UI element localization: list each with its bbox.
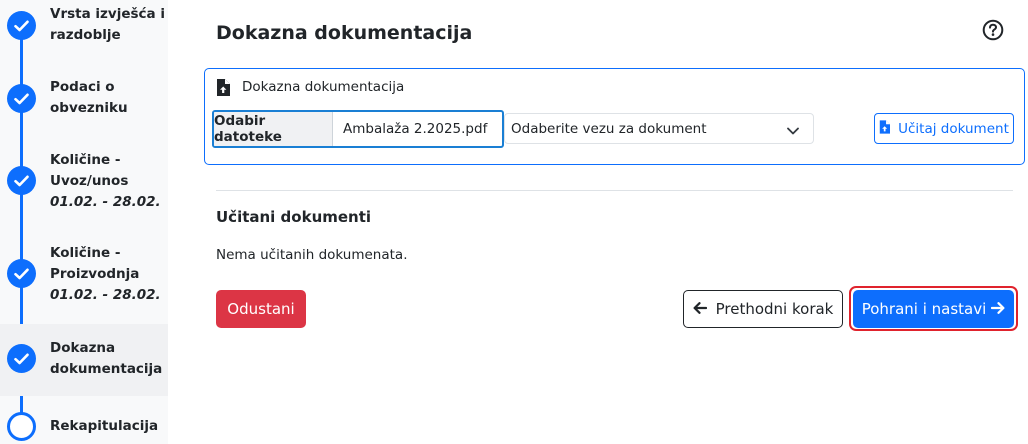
step-vrsta-izvjesca[interactable]: Vrsta izvješća i razdoblje <box>0 0 168 66</box>
step-label: Količine - Uvoz/unos 01.02. - 28.02. <box>50 150 161 213</box>
step-kolicine-proizvodnja[interactable]: Količine - Proizvodnja 01.02. - 28.02. <box>0 234 168 314</box>
previous-step-label: Prethodni korak <box>715 300 834 318</box>
chevron-down-icon <box>787 124 799 135</box>
previous-step-button[interactable]: Prethodni korak <box>683 290 843 328</box>
step-dokazna-dokumentacija[interactable]: Dokazna dokumentacija <box>0 324 168 396</box>
page-title: Dokazna dokumentacija <box>216 22 473 44</box>
check-icon <box>7 84 36 113</box>
cancel-button[interactable]: Odustani <box>216 290 306 328</box>
step-dates: 01.02. - 28.02. <box>50 287 161 303</box>
uploaded-documents-title: Učitani dokumenti <box>216 208 372 226</box>
step-label: Dokazna dokumentacija <box>50 340 163 377</box>
empty-circle-icon <box>7 412 36 441</box>
save-and-continue-label: Pohrani i nastavi <box>861 300 987 318</box>
select-value: Odaberite vezu za dokument <box>511 120 707 137</box>
arrow-left-icon <box>693 300 707 318</box>
check-icon <box>7 344 36 373</box>
step-rekapitulacija[interactable]: Rekapitulacija <box>0 406 168 444</box>
choose-file-button[interactable]: Odabir datoteke <box>214 112 333 146</box>
document-link-select[interactable]: Odaberite vezu za dokument <box>504 113 814 144</box>
load-document-button[interactable]: Učitaj dokument <box>874 113 1014 144</box>
arrow-right-icon <box>991 300 1005 318</box>
step-podaci-o-obvezniku[interactable]: Podaci o obvezniku <box>0 72 168 138</box>
step-label: Rekapitulacija <box>50 418 159 434</box>
step-dates: 01.02. - 28.02. <box>50 194 161 210</box>
question-circle-icon[interactable] <box>982 19 1004 41</box>
step-label: Podaci o obvezniku <box>50 79 128 116</box>
check-icon <box>7 166 36 195</box>
step-label: Vrsta izvješća i razdoblje <box>50 6 165 43</box>
save-and-continue-button[interactable]: Pohrani i nastavi <box>853 290 1014 328</box>
file-input[interactable]: Odabir datoteke Ambalaža 2.2025.pdf <box>212 110 504 148</box>
divider <box>216 190 1013 191</box>
file-upload-icon <box>216 79 230 96</box>
step-label: Količine - Proizvodnja 01.02. - 28.02. <box>50 243 161 306</box>
stepper-sidebar: Vrsta izvješća i razdoblje Podaci o obve… <box>0 0 168 444</box>
check-icon <box>7 11 36 40</box>
load-document-label: Učitaj dokument <box>898 120 1009 137</box>
step-kolicine-uvoz[interactable]: Količine - Uvoz/unos 01.02. - 28.02. <box>0 144 168 224</box>
file-upload-icon <box>879 119 891 138</box>
empty-state-text: Nema učitanih dokumenata. <box>216 247 408 263</box>
selected-file-name: Ambalaža 2.2025.pdf <box>343 121 488 137</box>
check-icon <box>7 259 36 288</box>
card-title: Dokazna dokumentacija <box>242 79 405 95</box>
